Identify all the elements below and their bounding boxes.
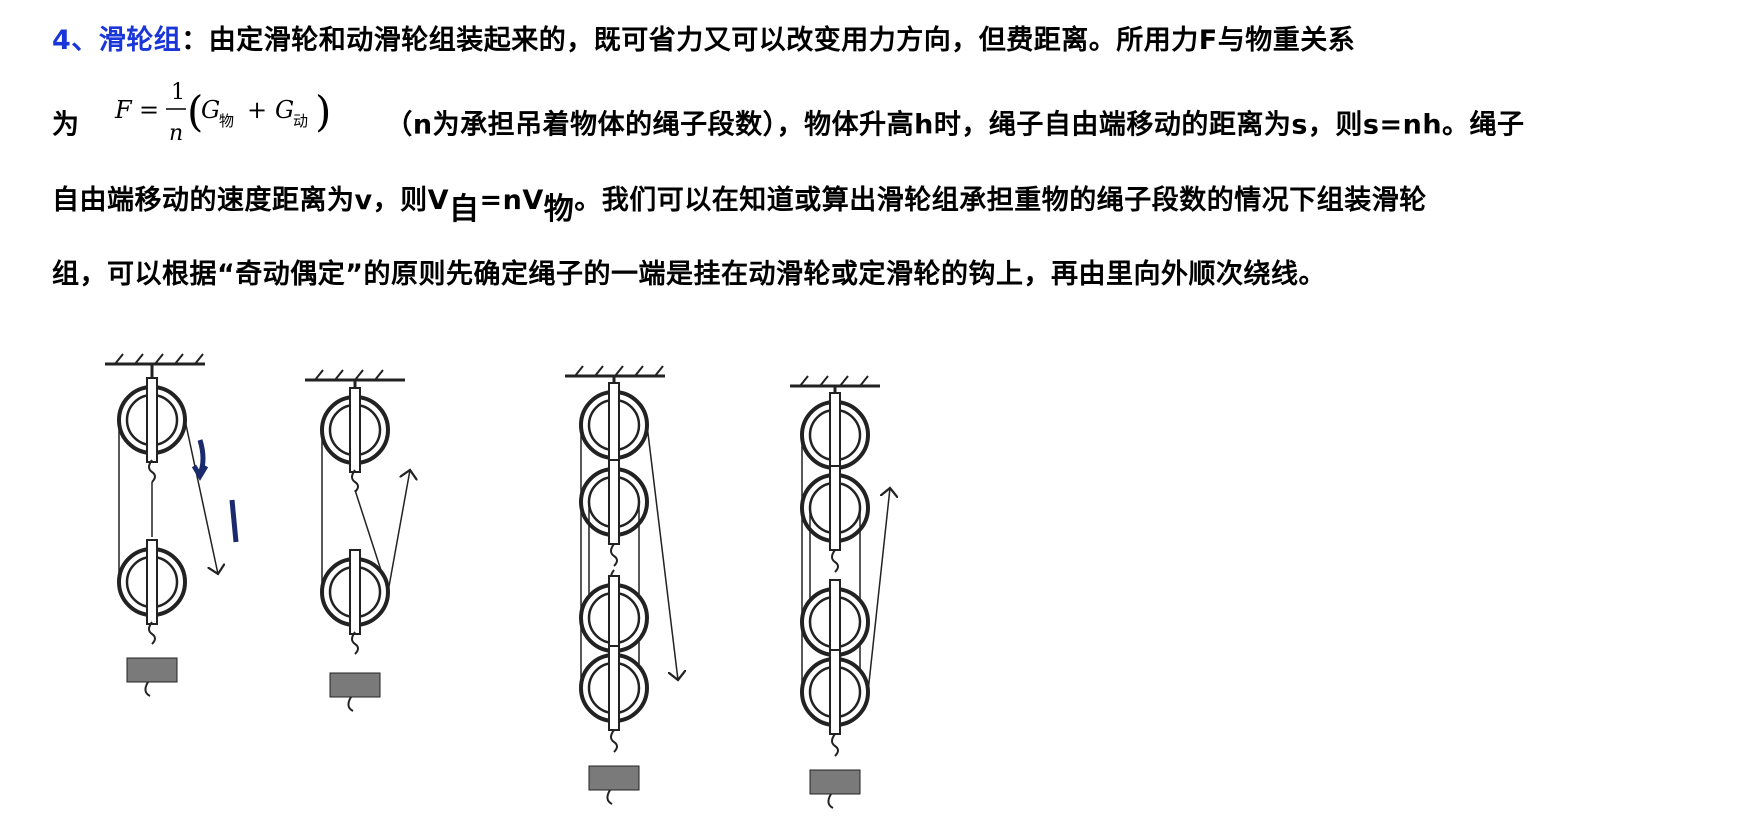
movable-pulley-lower [579,644,649,732]
fixed-pulley [117,376,187,464]
line3-text-a: 自由端移动的速度距离为v，则V [52,185,449,216]
formula-denominator: n [169,121,184,146]
line2-text: （n为承担吊着物体的绳子段数），物体升高h时，绳子自由端移动的距离为s，则s=n… [385,109,1525,141]
formula-g1-sub: 物 [219,112,235,130]
pulley-system-3 [565,365,678,805]
formula-eq: = [139,96,160,124]
pulley-system-4 [790,375,890,809]
movable-pulley-lower [800,648,870,736]
formula-g2: G [275,96,295,124]
weight-block [329,672,381,698]
weight-block [126,657,178,683]
line4-text: 组，可以根据“奇动偶定”的原则先确定绳子的一端是挂在动滑轮或定滑轮的钩上，再由里… [52,259,1326,290]
fixed-pulley [320,386,390,474]
pulley-system-1 [105,353,218,697]
formula-numerator: 1 [171,80,186,105]
pulley-system-2 [305,369,410,712]
line1-text: ：由定滑轮和动滑轮组装起来的，既可省力又可以改变用力方向，但费距离。所用力F与物… [181,25,1356,56]
fixed-pulley-lower [579,458,649,546]
formula-g1: G [201,96,221,124]
formula-lhs: F [114,96,133,124]
fixed-pulley-lower [800,464,870,552]
section-heading: 4、滑轮组 [52,25,182,56]
pulley-systems-diagram [105,353,1000,809]
line3-text-b: =nV [479,185,544,216]
line2-prefix: 为 [52,109,80,141]
paren-close: ) [315,87,332,136]
formula-svg: F = 1 n ( G 物 + G 动 ) [114,80,332,146]
force-formula: F = 1 n ( G 物 + G 动 ) [114,80,371,156]
formula-plus: + [247,96,268,124]
weight-block [588,765,640,791]
movable-pulley [117,538,187,626]
line-1: 4、滑轮组：由定滑轮和动滑轮组装起来的，既可省力又可以改变用力方向，但费距离。所… [52,18,1355,57]
fixed-pulley-upper [579,381,649,469]
weight-block [809,769,861,795]
line-3: 自由端移动的速度距离为v，则V自=nV物。我们可以在知道或算出滑轮组承担重物的绳… [52,174,1427,227]
fixed-pulley-upper [800,391,870,479]
line-4: 组，可以根据“奇动偶定”的原则先确定绳子的一端是挂在动滑轮或定滑轮的钩上，再由里… [52,252,1326,291]
line3-text-c: 。我们可以在知道或算出滑轮组承担重物的绳子段数的情况下组装滑轮 [574,185,1427,216]
line-2: 为 F = 1 n ( G 物 + G 动 ) （n为承担吊着物体的绳子段数），… [52,80,1525,156]
formula-g2-sub: 动 [293,112,309,130]
line3-sub-a: 自 [449,192,480,227]
line3-sub-b: 物 [543,192,575,227]
